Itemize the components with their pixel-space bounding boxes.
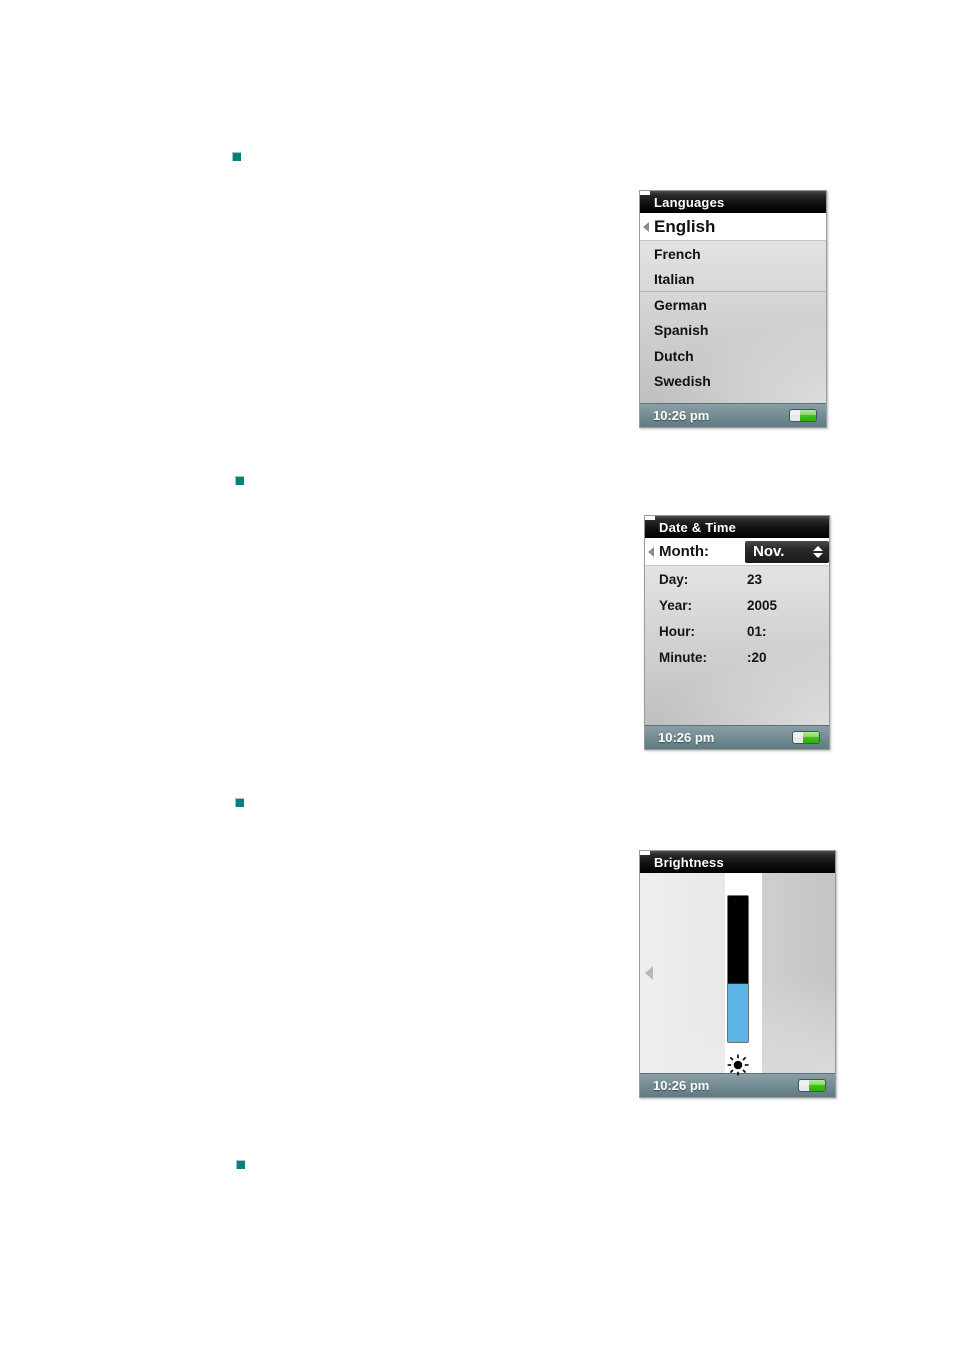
field-label: Minute: [659,649,707,665]
language-label: Dutch [654,347,694,364]
battery-icon [789,409,817,422]
device-screen-date-time: Date & Time Month: Nov. Day: 23 Year: 20… [644,515,830,750]
date-time-list: Month: Nov. Day: 23 Year: 2005 Hour: 01:… [645,538,829,725]
field-row-minute[interactable]: Minute: :20 [645,644,829,670]
brightness-body [640,873,835,1076]
device-screen-brightness: Brightness 10:26 pm [639,850,836,1098]
screen-title: Languages [654,194,725,210]
field-label: Hour: [659,623,695,639]
languages-body: English French Italian German Spanish Du… [640,213,826,403]
battery-gloss [790,410,816,415]
language-label: English [654,216,716,236]
back-arrow-icon [648,546,654,557]
screen-title: Brightness [654,854,724,870]
battery-gloss [793,732,819,737]
field-value: :20 [747,649,767,665]
stepper-arrows-icon[interactable] [813,545,823,558]
brightness-slider-fill [727,982,748,1042]
language-label: Swedish [654,373,711,390]
language-item-spanish[interactable]: Spanish [640,318,826,344]
language-label: Spanish [654,322,709,339]
field-row-day[interactable]: Day: 23 [645,566,829,592]
section-bullet-4 [236,1160,245,1169]
sun-icon [727,1054,748,1076]
language-label: German [654,296,707,313]
titlebar-languages: Languages [640,191,826,213]
field-value: 2005 [747,597,778,613]
device-screen-languages: Languages English French Italian German … [639,190,827,428]
titlebar-date-time: Date & Time [645,516,829,538]
field-label: Month: [659,543,709,560]
brightness-slider[interactable] [726,895,749,1043]
section-bullet-2 [235,476,244,485]
field-label: Year: [659,597,693,613]
month-stepper[interactable]: Nov. [745,540,829,563]
month-value: Nov. [753,543,785,560]
field-value: 23 [747,571,763,587]
date-time-body: Month: Nov. Day: 23 Year: 2005 Hour: 01:… [645,538,829,725]
chevron-down-icon[interactable] [813,552,823,558]
statusbar-languages: 10:26 pm [640,403,826,427]
back-arrow-icon[interactable] [645,966,653,980]
field-row-year[interactable]: Year: 2005 [645,592,829,618]
language-list: English French Italian German Spanish Du… [640,213,826,403]
battery-icon [792,731,820,744]
section-bullet-3 [235,798,244,807]
battery-gloss [799,1080,825,1085]
statusbar-date-time: 10:26 pm [645,725,829,749]
clock-label: 10:26 pm [653,1078,710,1093]
chevron-up-icon[interactable] [813,545,823,551]
titlebar-brightness: Brightness [640,851,835,873]
language-item-swedish[interactable]: Swedish [640,369,826,395]
field-value: 01: [747,623,767,639]
language-item-german[interactable]: German [640,292,826,318]
field-row-month[interactable]: Month: Nov. [645,538,829,566]
language-label: Italian [654,270,695,287]
language-label: French [654,245,701,262]
brightness-panel [640,873,835,1076]
screen-title: Date & Time [659,519,737,535]
back-arrow-icon [643,221,649,232]
field-label: Day: [659,571,689,587]
battery-icon [798,1079,826,1092]
section-bullet-1 [232,152,241,161]
clock-label: 10:26 pm [658,730,715,745]
clock-label: 10:26 pm [653,408,710,423]
language-item-english[interactable]: English [640,213,826,241]
language-item-italian[interactable]: Italian [640,267,826,292]
field-row-hour[interactable]: Hour: 01: [645,618,829,644]
language-item-french[interactable]: French [640,241,826,267]
language-item-dutch[interactable]: Dutch [640,343,826,369]
